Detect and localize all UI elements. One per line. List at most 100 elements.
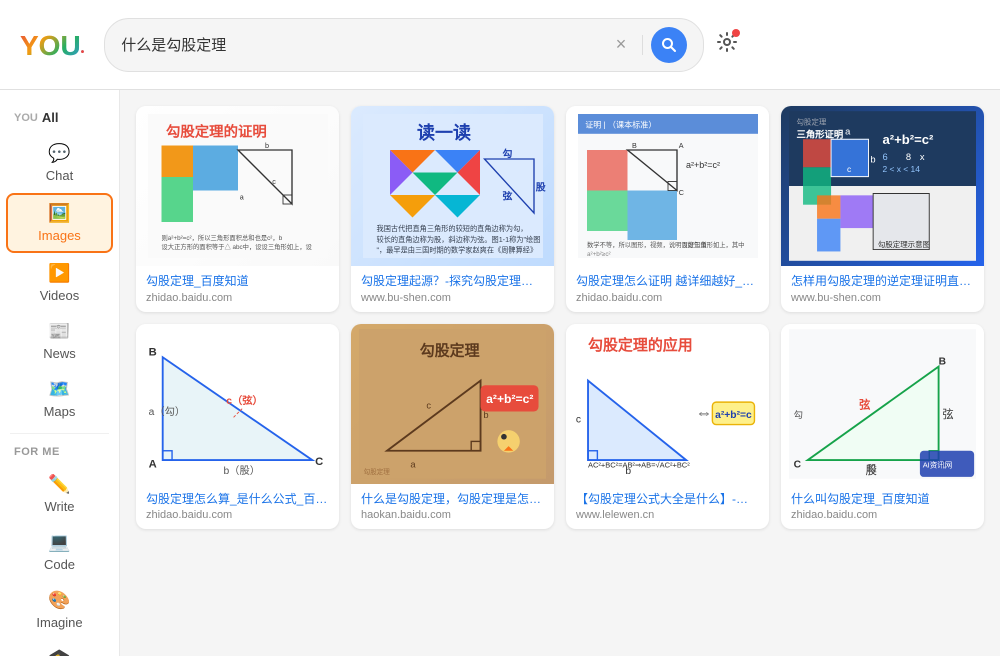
card-domain-2: zhidao.baidu.com <box>576 292 759 304</box>
svg-text:a: a <box>410 459 416 469</box>
study-icon: 🎓 <box>48 648 70 656</box>
image-card-5[interactable]: 勾股定理 a b c a²+b²=c² <box>351 324 554 530</box>
sidebar-item-videos[interactable]: ▶️ Videos <box>6 255 113 311</box>
card-meta-1: 勾股定理起源？-探究勾股定理的起源写一篇议论文 www.bu-shen.com <box>351 266 554 312</box>
clear-button[interactable]: × <box>608 34 635 55</box>
image-card-1[interactable]: 读一读 勾 股 弦 我国古代把直角三角形的较 <box>351 106 554 312</box>
svg-text:数学不等，所以图形，视频，说明设好三角形如上，其中: 数学不等，所以图形，视频，说明设好三角形如上，其中 <box>587 240 744 249</box>
card-domain-6: www.lelewen.cn <box>576 509 759 521</box>
sidebar-label-chat: Chat <box>46 168 73 183</box>
svg-text:证明 | （课本标准）: 证明 | （课本标准） <box>585 120 656 130</box>
card7-svg: 勾股定理的应用 b c ⇔ a²+b²=c AC²+BC²=AB²⇒AB <box>574 324 761 484</box>
card-title-3: 怎样用勾股定理的逆定理证明直角三角形-证明勾股定理的逆定理 <box>791 274 974 290</box>
svg-text:a²+b²=c²: a²+b²=c² <box>486 392 533 406</box>
svg-text:设大正方形的面积等于△ abc中，设设三角形如上，设: 设大正方形的面积等于△ abc中，设设三角形如上，设 <box>161 242 312 251</box>
card-image-7: 股 弦 弦 B A C 股 勾 AI资讯网 <box>781 324 984 484</box>
sidebar-item-news[interactable]: 📰 News <box>6 313 113 369</box>
write-icon: ✏️ <box>48 474 70 495</box>
sidebar-item-imagine[interactable]: 🎨 Imagine <box>6 582 113 638</box>
sidebar: YOU All 💬 Chat 🖼️ Images ▶️ Videos 📰 New… <box>0 90 120 656</box>
card-meta-2: 勾股定理怎么证明 越详细越好_百度知道 zhidao.baidu.com <box>566 266 769 312</box>
svg-text:勾股定理: 勾股定理 <box>420 341 480 359</box>
card-domain-1: www.bu-shen.com <box>361 292 544 304</box>
svg-text:勾股定理: 勾股定理 <box>364 467 391 476</box>
card-title-7: 什么叫勾股定理_百度知道 <box>791 492 974 508</box>
svg-text:弦: 弦 <box>502 190 512 203</box>
svg-text:百度知道: 百度知道 <box>681 240 707 249</box>
code-icon: 💻 <box>48 532 70 553</box>
header: YOU• × <box>0 0 1000 90</box>
card-domain-5: haokan.baidu.com <box>361 509 544 521</box>
card-title-4: 勾股定理怎么算_是什么公式_百度知道 <box>146 492 329 508</box>
sidebar-divider <box>10 433 109 434</box>
sidebar-label-images: Images <box>38 228 81 243</box>
videos-icon: ▶️ <box>48 263 70 284</box>
svg-text:勾股定理: 勾股定理 <box>796 116 826 126</box>
svg-text:股: 股 <box>868 463 877 473</box>
image-card-2[interactable]: 证明 | （课本标准） B A C a²+b²=c² 数学不等，所以图形 <box>566 106 769 312</box>
svg-text:"，最早是由三国时期的数学家赵爽在《周髀算经》: "，最早是由三国时期的数学家赵爽在《周髀算经》 <box>376 246 537 255</box>
sidebar-item-code[interactable]: 💻 Code <box>6 524 113 580</box>
content-area: 勾股定理的证明 a b c 设大正方形的面积等于△ abc中，设设三角形如上，设 <box>120 90 1000 656</box>
card-domain-3: www.bu-shen.com <box>791 292 974 304</box>
svg-text:a²+b²=c: a²+b²=c <box>715 410 752 421</box>
image-grid: 勾股定理的证明 a b c 设大正方形的面积等于△ abc中，设设三角形如上，设 <box>136 106 984 529</box>
images-icon: 🖼️ <box>48 203 70 224</box>
news-icon: 📰 <box>48 321 70 342</box>
card-meta-0: 勾股定理_百度知道 zhidao.baidu.com <box>136 266 339 312</box>
sidebar-item-maps[interactable]: 🗺️ Maps <box>6 371 113 427</box>
svg-text:读一读: 读一读 <box>417 122 471 143</box>
sidebar-item-write[interactable]: ✏️ Write <box>6 466 113 522</box>
svg-text:B: B <box>632 141 637 150</box>
search-input[interactable] <box>121 36 607 53</box>
image-card-3[interactable]: 勾股定理 三角形证明 a b c a²+b²=c² 6 <box>781 106 984 312</box>
svg-text:较长的直角边称为股，斜边称为弦。图1-1称为"绘图: 较长的直角边称为股，斜边称为弦。图1-1称为"绘图 <box>376 235 540 244</box>
svg-text:弦: 弦 <box>859 397 871 411</box>
sidebar-label-write: Write <box>44 499 74 514</box>
svg-text:a: a <box>239 193 243 202</box>
svg-text:a²+b²≥c²: a²+b²≥c² <box>587 251 611 258</box>
card-title-6: 【勾股定理公式大全是什么】-乐乐何答 <box>576 492 759 508</box>
settings-button[interactable] <box>716 31 738 59</box>
card2-svg: 读一读 勾 股 弦 我国古代把直角三角形的较 <box>353 114 553 258</box>
image-card-0[interactable]: 勾股定理的证明 a b c 设大正方形的面积等于△ abc中，设设三角形如上，设 <box>136 106 339 312</box>
sidebar-item-study[interactable]: 🎓 Study <box>6 640 113 656</box>
sidebar-label-videos: Videos <box>40 288 80 303</box>
notification-dot <box>732 29 740 37</box>
search-button[interactable] <box>651 27 687 63</box>
svg-text:b: b <box>483 410 488 420</box>
svg-text:b（股）: b（股） <box>223 465 260 477</box>
svg-text:A: A <box>678 141 683 150</box>
sidebar-label-code: Code <box>44 557 75 572</box>
svg-text:c: c <box>272 177 276 186</box>
image-card-6[interactable]: 勾股定理的应用 b c ⇔ a²+b²=c AC²+BC²=AB²⇒AB <box>566 324 769 530</box>
logo-text: YOU <box>20 30 81 61</box>
svg-text:B: B <box>939 356 946 367</box>
all-label[interactable]: All <box>42 110 59 125</box>
sidebar-label-maps: Maps <box>44 404 76 419</box>
card-meta-4: 勾股定理怎么算_是什么公式_百度知道 zhidao.baidu.com <box>136 484 339 530</box>
sidebar-item-images[interactable]: 🖼️ Images <box>6 193 113 253</box>
svg-text:弦: 弦 <box>942 407 953 421</box>
svg-text:A: A <box>149 458 157 470</box>
card8-svg: 股 弦 弦 B A C 股 勾 AI资讯网 <box>789 324 976 484</box>
svg-text:c（弦）: c（弦） <box>226 394 263 407</box>
search-bar: × <box>104 18 704 72</box>
card-title-0: 勾股定理_百度知道 <box>146 274 329 290</box>
card-image-1: 读一读 勾 股 弦 我国古代把直角三角形的较 <box>351 106 554 266</box>
card6-svg: 勾股定理 a b c a²+b²=c² <box>359 324 546 484</box>
logo: YOU• <box>20 26 84 63</box>
for-me-label: For Me <box>0 440 119 464</box>
sidebar-item-chat[interactable]: 💬 Chat <box>6 135 113 191</box>
svg-text:x: x <box>920 152 925 162</box>
svg-text:股: 股 <box>535 182 545 194</box>
image-card-4[interactable]: B C A b（股） a（勾） c（弦） 勾股定理怎么算_是什么公式_百度知道 <box>136 324 339 530</box>
card-meta-3: 怎样用勾股定理的逆定理证明直角三角形-证明勾股定理的逆定理 www.bu-she… <box>781 266 984 312</box>
image-card-7[interactable]: 股 弦 弦 B A C 股 勾 AI资讯网 <box>781 324 984 530</box>
svg-text:b: b <box>870 155 875 165</box>
svg-text:C: C <box>794 459 802 470</box>
svg-text:AI资讯网: AI资讯网 <box>923 459 952 469</box>
card-image-5: 勾股定理 a b c a²+b²=c² <box>351 324 554 484</box>
sidebar-label-imagine: Imagine <box>36 615 82 630</box>
card-image-6: 勾股定理的应用 b c ⇔ a²+b²=c AC²+BC²=AB²⇒AB <box>566 324 769 484</box>
